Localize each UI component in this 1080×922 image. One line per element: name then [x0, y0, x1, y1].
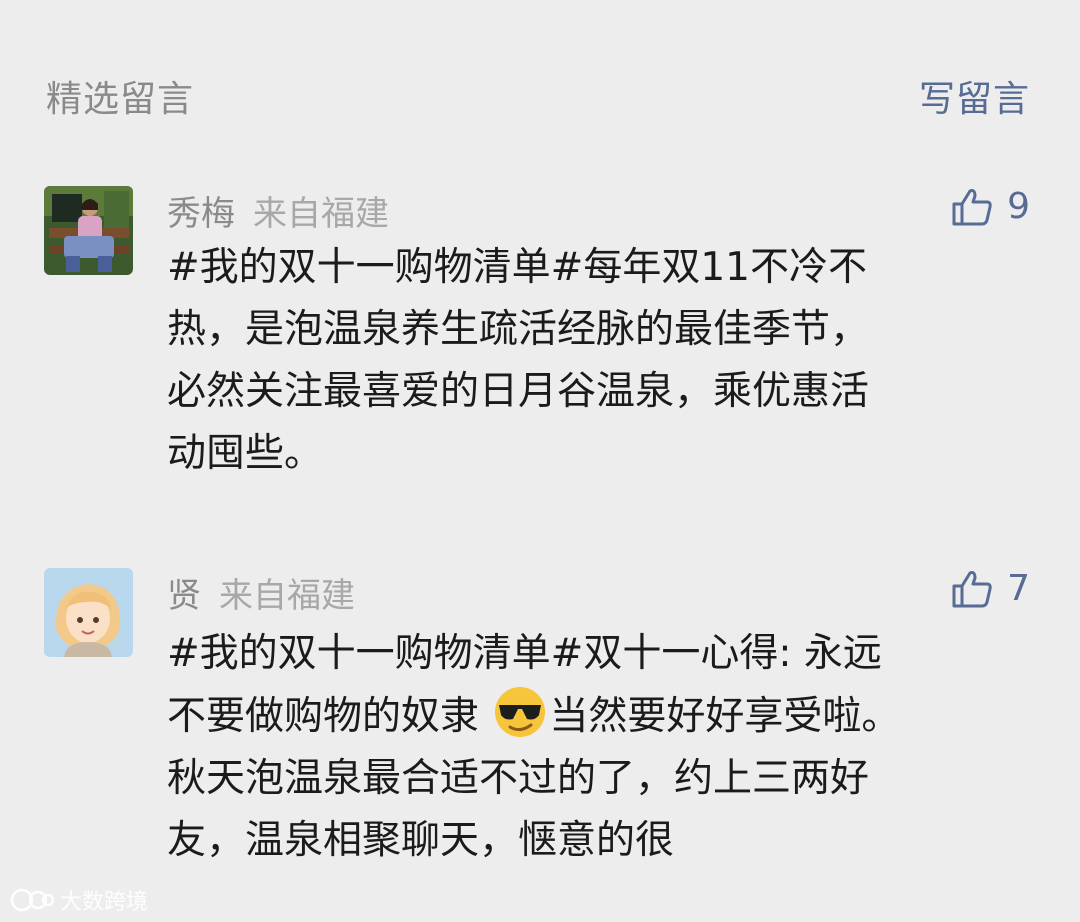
- comment-line: 友，温泉相聚聊天，惬意的很: [167, 818, 675, 863]
- thumbs-up-icon: [952, 570, 992, 607]
- thumbs-up-icon: [952, 188, 992, 225]
- comment-line: 秋天泡温泉最合适不过的了，约上三两好: [167, 756, 870, 801]
- comment-line: 动囤些。: [167, 431, 324, 476]
- comment-line: 必然关注最喜爱的日月谷温泉，乘优惠活: [167, 369, 870, 414]
- like-button[interactable]: 9: [951, 186, 1030, 227]
- comment-line: 不要做购物的奴隶 当然要好好享受啦。: [167, 685, 1017, 748]
- avatar-photo-icon: [44, 186, 133, 275]
- section-title: 精选留言: [46, 79, 195, 120]
- avatar[interactable]: [44, 568, 133, 657]
- comment-line: #我的双十一购物清单#双十一心得: 永远: [167, 631, 882, 676]
- like-count: 7: [1007, 568, 1030, 609]
- commenter-location: 来自福建: [219, 576, 355, 616]
- comments-header: 精选留言 写留言: [0, 0, 1080, 190]
- comment-meta: 贤来自福建: [167, 568, 355, 617]
- watermark-text: 大数跨境: [60, 890, 149, 915]
- avatar[interactable]: [44, 186, 133, 275]
- commenter-location: 来自福建: [253, 194, 389, 234]
- comment-line: 热，是泡温泉养生疏活经脉的最佳季节，: [167, 307, 870, 352]
- comment-line-part: 不要做购物的奴隶: [167, 694, 480, 739]
- brand-logo-icon: [10, 888, 54, 912]
- comment-line: #我的双十一购物清单#每年双11不冷不: [167, 245, 867, 290]
- like-button[interactable]: 7: [951, 568, 1030, 609]
- sunglasses-emoji-icon: [495, 687, 546, 737]
- commenter-name[interactable]: 贤: [167, 576, 201, 616]
- write-comment-button[interactable]: 写留言: [919, 70, 1030, 122]
- comment-meta: 秀梅 来自福建: [167, 186, 389, 235]
- like-count: 9: [1007, 186, 1030, 227]
- avatar-cartoon-girl-icon: [44, 568, 133, 657]
- comment-text: #我的双十一购物清单#每年双11不冷不 热，是泡温泉养生疏活经脉的最佳季节， 必…: [167, 237, 1017, 485]
- watermark: 大数跨境: [10, 884, 148, 916]
- commenter-name[interactable]: 秀梅: [167, 194, 235, 234]
- comment-text: #我的双十一购物清单#双十一心得: 永远 不要做购物的奴隶 当然要好好享受啦。 …: [167, 623, 1017, 872]
- comment-line-part: 当然要好好享受啦。: [549, 694, 901, 739]
